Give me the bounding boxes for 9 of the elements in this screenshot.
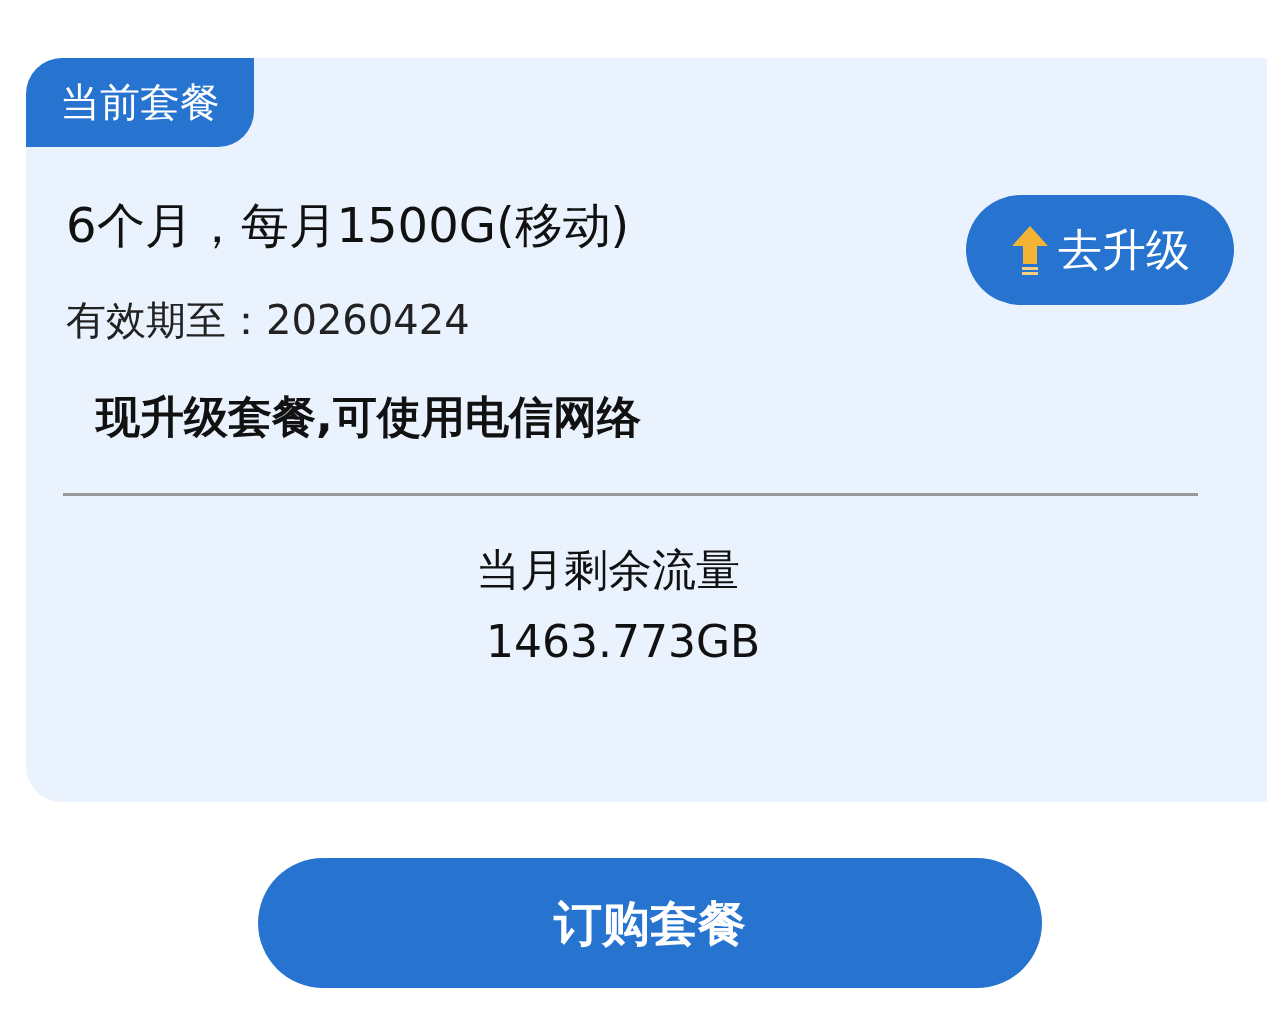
- current-plan-tag: 当前套餐: [26, 58, 254, 147]
- remaining-data-label: 当月剩余流量: [476, 543, 740, 597]
- up-arrow-icon: [1010, 224, 1050, 276]
- validity-date: 有效期至：20260424: [66, 296, 471, 345]
- plan-title: 6个月，每月1500G(移动): [66, 196, 630, 255]
- remaining-data-value: 1463.773GB: [486, 615, 761, 669]
- order-plan-button[interactable]: 订购套餐: [258, 858, 1042, 988]
- upgrade-notice: 现升级套餐,可使用电信网络: [96, 390, 641, 444]
- upgrade-button[interactable]: 去升级: [966, 195, 1234, 305]
